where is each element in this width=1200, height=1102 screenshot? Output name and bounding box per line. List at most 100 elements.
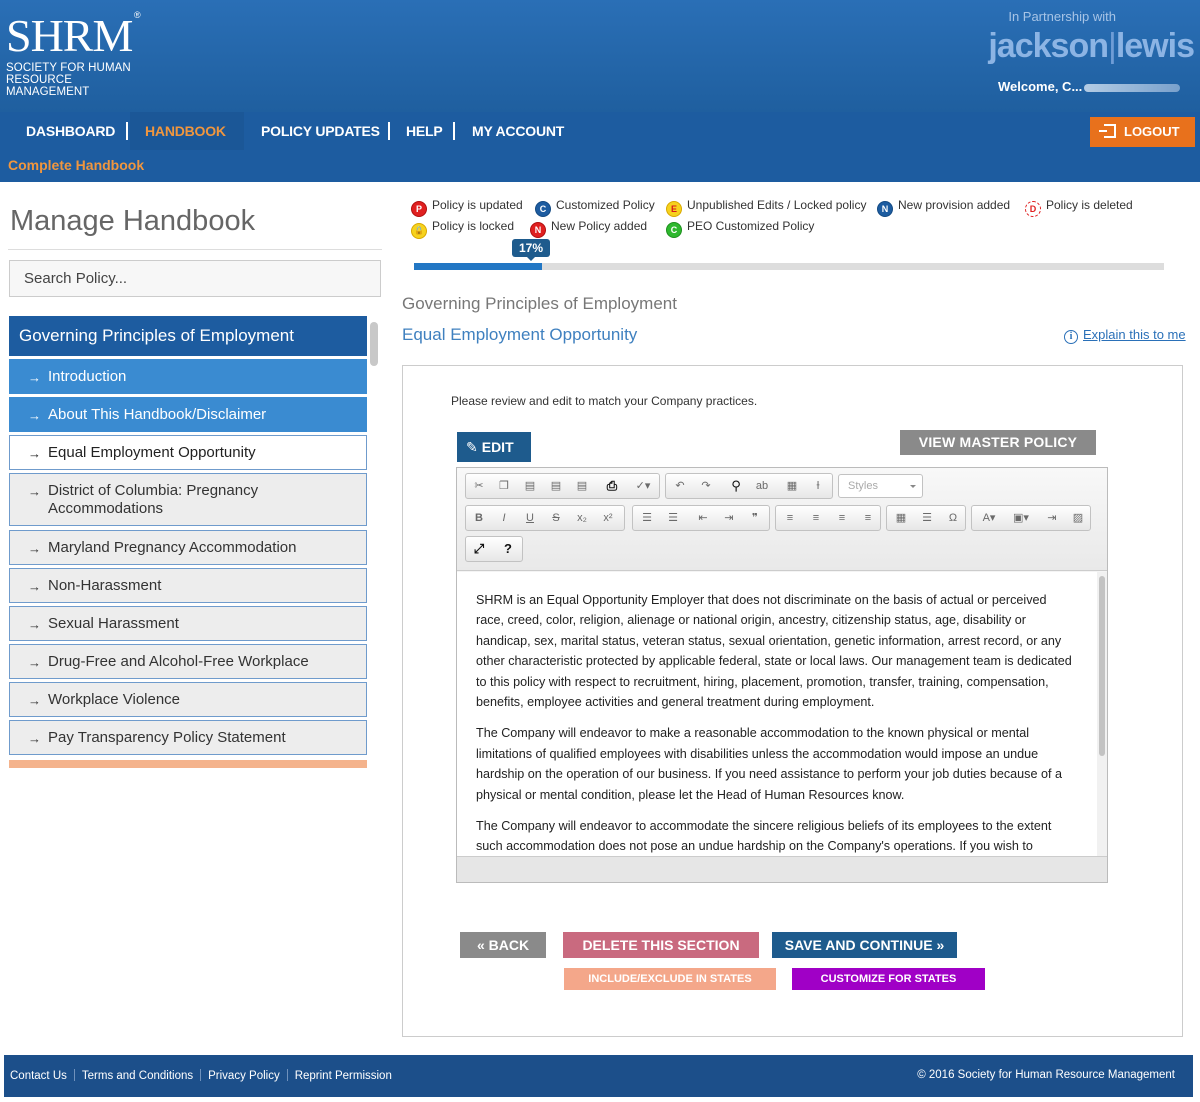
subnav-complete-handbook[interactable]: Complete Handbook (8, 157, 144, 173)
numbered-list-icon[interactable]: ☰ (637, 509, 657, 527)
arrow-right-icon: → (28, 731, 41, 746)
policy-list: Governing Principles of Employment → Intr… (9, 316, 369, 768)
horizontal-rule-icon[interactable]: ☰ (917, 509, 937, 527)
legend-label: Unpublished Edits / Locked policy (687, 198, 867, 212)
strikethrough-icon[interactable]: S (546, 509, 566, 527)
replace-icon[interactable]: ab (752, 477, 772, 495)
bold-icon[interactable]: B (469, 509, 489, 527)
include-exclude-states-button[interactable]: INCLUDE/EXCLUDE IN STATES (564, 968, 776, 990)
spellcheck-icon[interactable]: ✓▾ (630, 477, 656, 495)
underline-icon[interactable]: U (520, 509, 540, 527)
footer-contact-link[interactable]: Contact Us (10, 1070, 67, 1082)
partner-logo: jackson|lewis (988, 27, 1195, 66)
explain-link-label: Explain this to me (1083, 327, 1186, 342)
undo-icon[interactable]: ↶ (670, 477, 690, 495)
footer-reprint-link[interactable]: Reprint Permission (295, 1070, 392, 1082)
help-icon[interactable]: ? (498, 540, 518, 558)
italic-icon[interactable]: I (494, 509, 514, 527)
nav-handbook[interactable]: HANDBOOK (130, 112, 244, 150)
outdent-icon[interactable]: ⇤ (693, 509, 713, 527)
align-right-icon[interactable]: ≡ (832, 509, 852, 527)
align-center-icon[interactable]: ≡ (806, 509, 826, 527)
back-button[interactable]: « BACK (460, 932, 546, 958)
policy-item-pay-transparency[interactable]: → Pay Transparency Policy Statement (9, 720, 367, 755)
policy-item-label: Drug-Free and Alcohol-Free Workplace (48, 653, 309, 670)
table-icon[interactable]: ▦ (891, 509, 911, 527)
nav-policy-updates[interactable]: POLICY UPDATES (261, 112, 380, 150)
legend-peo-customized: C PEO Customized Policy (666, 219, 814, 238)
styles-label: Styles (848, 480, 878, 492)
legend-unpublished-edits: E Unpublished Edits / Locked policy (666, 198, 866, 217)
policy-section-header[interactable]: Governing Principles of Employment (9, 316, 367, 356)
policy-list-scrollbar[interactable] (370, 322, 378, 366)
select-all-icon[interactable]: ▦ (782, 477, 802, 495)
footer-divider (286, 1069, 288, 1081)
bg-color-icon[interactable]: ▣▾ (1008, 509, 1034, 527)
align-left-icon[interactable]: ≡ (780, 509, 800, 527)
editor-content-area[interactable]: SHRM is an Equal Opportunity Employer th… (457, 572, 1107, 856)
footer-privacy-link[interactable]: Privacy Policy (208, 1070, 280, 1082)
policy-item-introduction[interactable]: → Introduction (9, 359, 367, 394)
logo-line-1: SOCIETY FOR HUMAN (6, 62, 131, 74)
nav-help[interactable]: HELP (406, 112, 443, 150)
find-icon[interactable]: ⚲ (726, 477, 746, 495)
show-blocks-icon[interactable]: ⇥ (1042, 509, 1062, 527)
print-icon[interactable]: ⎙ (602, 477, 622, 495)
logout-button[interactable]: LOGOUT (1090, 117, 1195, 147)
legend-customized: C Customized Policy (535, 198, 655, 217)
toolbar-edit-group: ↶ ↷ ⚲ ab ▦ Ɨ (665, 473, 833, 499)
editor-scroll-thumb[interactable] (1099, 576, 1105, 756)
policy-item-partial[interactable] (9, 760, 367, 768)
policy-item-equal-employment[interactable]: → Equal Employment Opportunity (9, 435, 367, 470)
policy-title: Equal Employment Opportunity (402, 325, 638, 344)
maximize-icon[interactable]: ⤢ (469, 540, 489, 558)
section-title: Governing Principles of Employment (402, 294, 677, 313)
bulleted-list-icon[interactable]: ☰ (663, 509, 683, 527)
paste-text-icon[interactable]: ▤ (546, 477, 566, 495)
search-policy-input[interactable] (9, 260, 381, 297)
image-icon[interactable]: ▨ (1068, 509, 1088, 527)
subscript-icon[interactable]: x₂ (572, 509, 592, 527)
policy-item-maryland-pregnancy[interactable]: → Maryland Pregnancy Accommodation (9, 530, 367, 565)
copy-icon[interactable]: ❐ (494, 477, 514, 495)
footer-terms-link[interactable]: Terms and Conditions (82, 1070, 193, 1082)
superscript-icon[interactable]: x² (598, 509, 618, 527)
policy-item-dc-pregnancy[interactable]: → District of Columbia: Pregnancy Accommo… (9, 473, 367, 526)
view-master-policy-button[interactable]: VIEW MASTER POLICY (900, 430, 1096, 455)
redo-icon[interactable]: ↷ (696, 477, 716, 495)
legend-new-policy: N New Policy added (530, 219, 647, 238)
policy-item-sexual-harassment[interactable]: → Sexual Harassment (9, 606, 367, 641)
edit-button[interactable]: ✎ EDIT (457, 432, 531, 462)
delete-section-button[interactable]: DELETE THIS SECTION (563, 932, 759, 958)
styles-dropdown[interactable]: Styles (838, 474, 923, 498)
policy-item-non-harassment[interactable]: → Non-Harassment (9, 568, 367, 603)
blockquote-icon[interactable]: ❞ (745, 509, 765, 527)
special-char-icon[interactable]: Ω (943, 509, 963, 527)
editor-text[interactable]: SHRM is an Equal Opportunity Employer th… (476, 590, 1076, 856)
remove-format-icon[interactable]: Ɨ (808, 477, 828, 495)
nav-dashboard[interactable]: DASHBOARD (26, 112, 115, 150)
customize-states-button[interactable]: CUSTOMIZE FOR STATES (792, 968, 985, 990)
paste-word-icon[interactable]: ▤ (572, 477, 592, 495)
nav-my-account[interactable]: MY ACCOUNT (472, 112, 564, 150)
paste-icon[interactable]: ▤ (520, 477, 540, 495)
progress-fill (414, 263, 542, 270)
justify-icon[interactable]: ≡ (858, 509, 878, 527)
save-continue-button[interactable]: SAVE AND CONTINUE » (772, 932, 957, 958)
welcome-text: Welcome, C... (998, 79, 1083, 94)
edit-label: EDIT (481, 439, 514, 455)
legend-label: Customized Policy (556, 198, 655, 212)
legend-label: Policy is deleted (1046, 198, 1133, 212)
policy-item-about-handbook[interactable]: → About This Handbook/Disclaimer (9, 397, 367, 432)
indent-icon[interactable]: ⇥ (719, 509, 739, 527)
policy-item-drug-free[interactable]: → Drug-Free and Alcohol-Free Workplace (9, 644, 367, 679)
cut-icon[interactable]: ✂ (469, 477, 489, 495)
editor-scrollbar[interactable] (1097, 572, 1107, 856)
policy-paragraph: The Company will endeavor to accommodate… (476, 819, 1052, 854)
explain-link[interactable]: i Explain this to me (1064, 327, 1186, 344)
policy-item-label: Pay Transparency Policy Statement (48, 729, 286, 746)
updated-badge-icon: P (411, 201, 427, 217)
text-color-icon[interactable]: A▾ (976, 509, 1002, 527)
shrm-logo[interactable]: SHRM ® SOCIETY FOR HUMAN RESOURCE MANAGE… (6, 10, 146, 100)
policy-item-workplace-violence[interactable]: → Workplace Violence (9, 682, 367, 717)
